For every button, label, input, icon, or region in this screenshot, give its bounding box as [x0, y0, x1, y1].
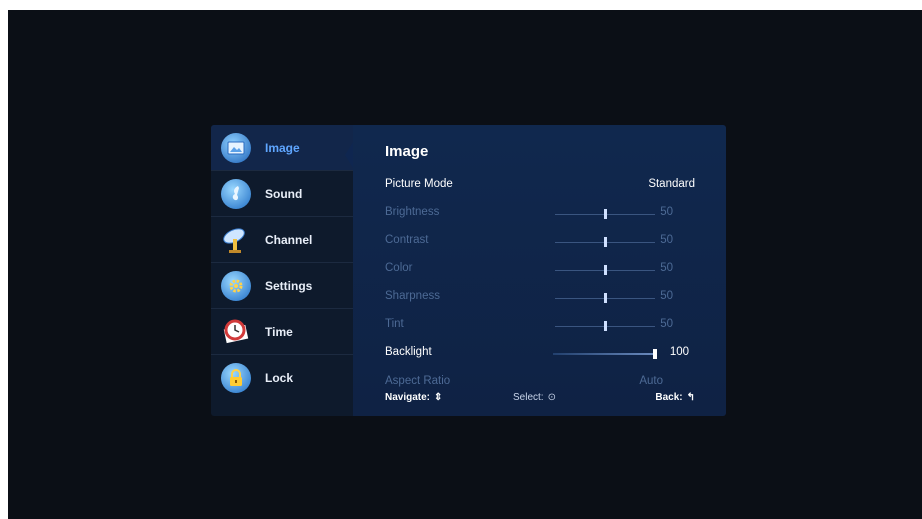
contrast-label: Contrast — [385, 234, 429, 246]
sidebar-item-label: Settings — [265, 278, 313, 293]
sharpness-slider-thumb[interactable] — [603, 293, 607, 303]
sharpness-label: Sharpness — [385, 290, 440, 302]
gear-icon — [221, 270, 251, 301]
color-row[interactable]: Color 50 — [385, 262, 695, 280]
settings-menu: Image Sound Channel Settings Time Lock I… — [211, 125, 726, 416]
sharpness-row[interactable]: Sharpness 50 — [385, 290, 695, 308]
image-settings-panel: Image Picture Mode Standard Brightness 5… — [353, 125, 726, 416]
tint-value: 50 — [660, 318, 673, 330]
footer-hints: Navigate: ⇕ Select: ⊙ Back: ↰ — [385, 392, 695, 406]
tint-label: Tint — [385, 318, 404, 330]
navigate-hint: Navigate: ⇕ — [385, 392, 442, 403]
brightness-slider-thumb[interactable] — [603, 209, 607, 219]
sidebar-item-sound[interactable]: Sound — [211, 171, 353, 217]
panel-title: Image — [385, 143, 429, 160]
contrast-value: 50 — [660, 234, 673, 246]
navigate-arrows-icon: ⇕ — [434, 392, 443, 403]
color-value: 50 — [660, 262, 673, 274]
back-hint-label: Back: — [655, 392, 683, 403]
select-button-icon: ⊙ — [547, 392, 556, 403]
clock-icon — [221, 317, 251, 347]
color-label: Color — [385, 262, 413, 274]
brightness-value: 50 — [660, 206, 673, 218]
image-icon — [221, 132, 251, 163]
contrast-row[interactable]: Contrast 50 — [385, 234, 695, 252]
padlock-icon — [221, 363, 251, 393]
tint-slider-thumb[interactable] — [603, 321, 607, 331]
select-hint-label: Select: — [513, 392, 544, 403]
contrast-slider-thumb[interactable] — [603, 237, 607, 247]
picture-mode-label: Picture Mode — [385, 178, 453, 190]
back-arrow-icon: ↰ — [686, 392, 695, 403]
aspect-ratio-row[interactable]: Aspect Ratio Auto — [385, 375, 695, 393]
aspect-ratio-label: Aspect Ratio — [385, 375, 451, 387]
sidebar-item-label: Lock — [265, 371, 294, 385]
sidebar: Image Sound Channel Settings Time Lock — [211, 125, 355, 416]
picture-mode-row[interactable]: Picture Mode Standard — [385, 178, 695, 196]
aspect-ratio-value: Auto — [639, 375, 663, 387]
sharpness-value: 50 — [660, 290, 673, 302]
satellite-dish-icon — [221, 225, 251, 255]
color-slider-thumb[interactable] — [603, 265, 607, 275]
backlight-value: 100 — [669, 346, 689, 358]
backlight-row[interactable]: Backlight 100 — [385, 346, 695, 364]
sidebar-item-label: Time — [265, 324, 293, 339]
navigate-hint-label: Navigate: — [385, 392, 431, 403]
tint-row[interactable]: Tint 50 — [385, 318, 695, 336]
sidebar-item-settings[interactable]: Settings — [211, 263, 353, 309]
sidebar-item-label: Image — [265, 140, 300, 155]
sidebar-item-image[interactable]: Image — [211, 125, 353, 171]
picture-mode-value: Standard — [648, 178, 695, 190]
backlight-slider[interactable] — [553, 353, 657, 355]
sidebar-item-label: Channel — [265, 232, 313, 247]
select-hint: Select: ⊙ — [513, 392, 556, 403]
sidebar-item-time[interactable]: Time — [211, 309, 353, 355]
tv-screen: Image Sound Channel Settings Time Lock I… — [8, 10, 922, 519]
brightness-label: Brightness — [385, 206, 440, 218]
brightness-row[interactable]: Brightness 50 — [385, 206, 695, 224]
back-hint: Back: ↰ — [655, 392, 695, 403]
sidebar-item-channel[interactable]: Channel — [211, 217, 353, 263]
sidebar-item-label: Sound — [265, 186, 303, 201]
backlight-label: Backlight — [385, 346, 432, 358]
backlight-slider-thumb[interactable] — [653, 349, 657, 359]
sidebar-item-lock[interactable]: Lock — [211, 355, 353, 401]
music-note-icon — [221, 178, 251, 209]
